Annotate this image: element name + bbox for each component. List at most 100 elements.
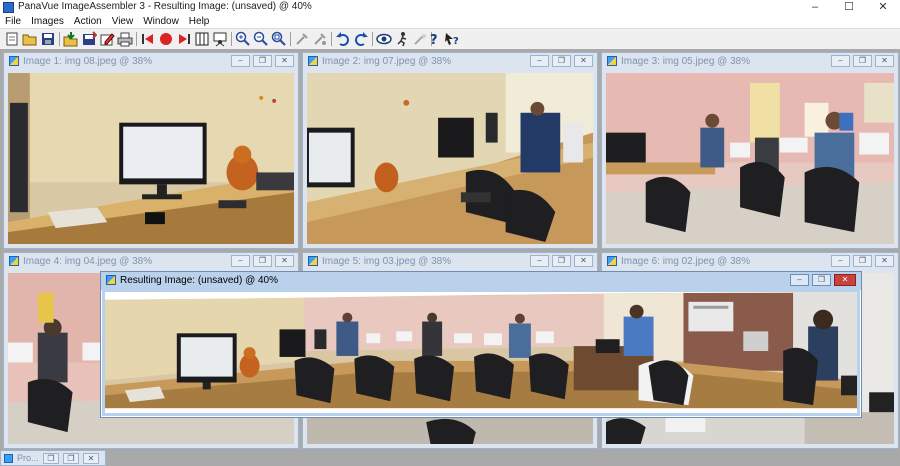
eye-icon[interactable] — [376, 31, 392, 47]
image-icon — [106, 275, 116, 285]
image-window-5-caption[interactable]: Image 5: img 03.jpeg @ 38% – ❐ ✕ — [303, 253, 597, 271]
restore-button[interactable]: ❐ — [552, 255, 571, 267]
minimize-button[interactable]: – — [231, 255, 250, 267]
restore-button[interactable]: ❐ — [853, 255, 872, 267]
toolbar-separator — [372, 32, 373, 46]
app-icon — [3, 2, 14, 13]
close-button[interactable]: ✕ — [275, 55, 294, 67]
minimized-area: Pro... ❐ ❐ ✕ — [0, 450, 900, 466]
maximize-button[interactable]: ☐ — [832, 0, 866, 15]
close-button[interactable]: ✕ — [574, 255, 593, 267]
restore-button[interactable]: ❐ — [253, 255, 272, 267]
undo-icon[interactable] — [335, 31, 351, 47]
close-button[interactable]: ✕ — [866, 0, 900, 15]
prev-icon[interactable] — [140, 31, 156, 47]
image-window-3[interactable]: Image 3: img 05.jpeg @ 38% – ❐ ✕ — [601, 52, 899, 249]
image-icon — [4, 454, 13, 463]
svg-text:?: ? — [430, 33, 438, 47]
context-help-icon[interactable]: ? — [444, 31, 460, 47]
menu-images[interactable]: Images — [26, 15, 69, 28]
new-icon[interactable] — [4, 31, 20, 47]
person-icon[interactable] — [212, 31, 228, 47]
image-icon — [607, 56, 617, 66]
minimize-button[interactable]: – — [530, 255, 549, 267]
minimize-button[interactable]: – — [790, 274, 809, 286]
minimized-window-title: Pro... — [17, 453, 39, 463]
image-window-6-title: Image 6: img 02.jpeg @ 38% — [621, 256, 751, 267]
result-window[interactable]: Resulting Image: (unsaved) @ 40% – ❐ ✕ — [100, 271, 862, 418]
office-photo-3 — [606, 73, 894, 244]
menu-window[interactable]: Window — [138, 15, 184, 28]
import-icon[interactable] — [63, 31, 79, 47]
print-icon[interactable] — [117, 31, 133, 47]
restore-button[interactable]: ❐ — [43, 453, 59, 464]
image-window-1[interactable]: Image 1: img 08.jpeg @ 38% – ❐ ✕ — [3, 52, 299, 249]
result-window-caption[interactable]: Resulting Image: (unsaved) @ 40% – ❐ ✕ — [101, 272, 861, 290]
close-button[interactable]: ✕ — [875, 55, 894, 67]
zoom-in-icon[interactable] — [235, 31, 251, 47]
open-icon[interactable] — [22, 31, 38, 47]
minimize-button[interactable]: – — [831, 55, 850, 67]
menu-bar: File Images Action View Window Help — [0, 15, 900, 28]
image-icon — [607, 256, 617, 266]
image-icon — [9, 56, 19, 66]
record-icon[interactable] — [158, 31, 174, 47]
toolbar: ? ? — [0, 28, 900, 50]
menu-file[interactable]: File — [0, 15, 26, 28]
restore-button[interactable]: ❐ — [812, 274, 831, 286]
menu-help[interactable]: Help — [184, 15, 215, 28]
image-icon — [308, 56, 318, 66]
zoom-out-icon[interactable] — [253, 31, 269, 47]
toolbar-separator — [231, 32, 232, 46]
image-2-photo — [307, 73, 593, 244]
image-window-3-title: Image 3: img 05.jpeg @ 38% — [621, 56, 751, 67]
mdi-workspace: Image 1: img 08.jpeg @ 38% – ❐ ✕ Image 2… — [0, 49, 900, 450]
minimize-button[interactable]: – — [831, 255, 850, 267]
run-icon[interactable] — [394, 31, 410, 47]
close-button[interactable]: ✕ — [275, 255, 294, 267]
toolbar-separator — [290, 32, 291, 46]
minimize-button[interactable]: – — [798, 0, 832, 15]
image-3-photo — [606, 73, 894, 244]
office-photo-2 — [307, 73, 593, 244]
image-window-2-caption[interactable]: Image 2: img 07.jpeg @ 38% – ❐ ✕ — [303, 53, 597, 71]
window-controls: – ☐ ✕ — [798, 0, 900, 15]
close-button[interactable]: ✕ — [83, 453, 99, 464]
edit-icon[interactable] — [99, 31, 115, 47]
minimize-button[interactable]: – — [231, 55, 250, 67]
menu-action[interactable]: Action — [69, 15, 107, 28]
redo-icon[interactable] — [353, 31, 369, 47]
next-icon[interactable] — [176, 31, 192, 47]
restore-button[interactable]: ❐ — [253, 55, 272, 67]
tools2-icon[interactable] — [312, 31, 328, 47]
export-icon[interactable] — [81, 31, 97, 47]
image-window-6-caption[interactable]: Image 6: img 02.jpeg @ 38% – ❐ ✕ — [602, 253, 898, 271]
image-window-3-caption[interactable]: Image 3: img 05.jpeg @ 38% – ❐ ✕ — [602, 53, 898, 71]
close-button[interactable]: ✕ — [875, 255, 894, 267]
maximize-button[interactable]: ❐ — [63, 453, 79, 464]
tools-icon[interactable] — [294, 31, 310, 47]
toolbar-separator — [331, 32, 332, 46]
toolbar-separator — [59, 32, 60, 46]
help-icon[interactable]: ? — [426, 31, 442, 47]
minimize-button[interactable]: – — [530, 55, 549, 67]
close-button[interactable]: ✕ — [834, 274, 856, 286]
minimized-window[interactable]: Pro... ❐ ❐ ✕ — [0, 450, 106, 466]
app-title: PanaVue ImageAssembler 3 - Resulting Ima… — [18, 1, 312, 12]
image-window-2[interactable]: Image 2: img 07.jpeg @ 38% – ❐ ✕ — [302, 52, 598, 249]
svg-text:?: ? — [453, 36, 459, 47]
panorama-image — [105, 292, 857, 413]
app-titlebar: PanaVue ImageAssembler 3 - Resulting Ima… — [0, 0, 900, 15]
save-icon[interactable] — [40, 31, 56, 47]
image-window-2-title: Image 2: img 07.jpeg @ 38% — [322, 56, 452, 67]
restore-button[interactable]: ❐ — [853, 55, 872, 67]
panorama-photo — [105, 292, 857, 413]
menu-view[interactable]: View — [107, 15, 139, 28]
image-window-4-caption[interactable]: Image 4: img 04.jpeg @ 38% – ❐ ✕ — [4, 253, 298, 271]
columns-icon[interactable] — [194, 31, 210, 47]
zoom-fit-icon[interactable] — [271, 31, 287, 47]
close-button[interactable]: ✕ — [574, 55, 593, 67]
restore-button[interactable]: ❐ — [552, 55, 571, 67]
image-1-photo — [8, 73, 294, 244]
image-window-1-caption[interactable]: Image 1: img 08.jpeg @ 38% – ❐ ✕ — [4, 53, 298, 71]
